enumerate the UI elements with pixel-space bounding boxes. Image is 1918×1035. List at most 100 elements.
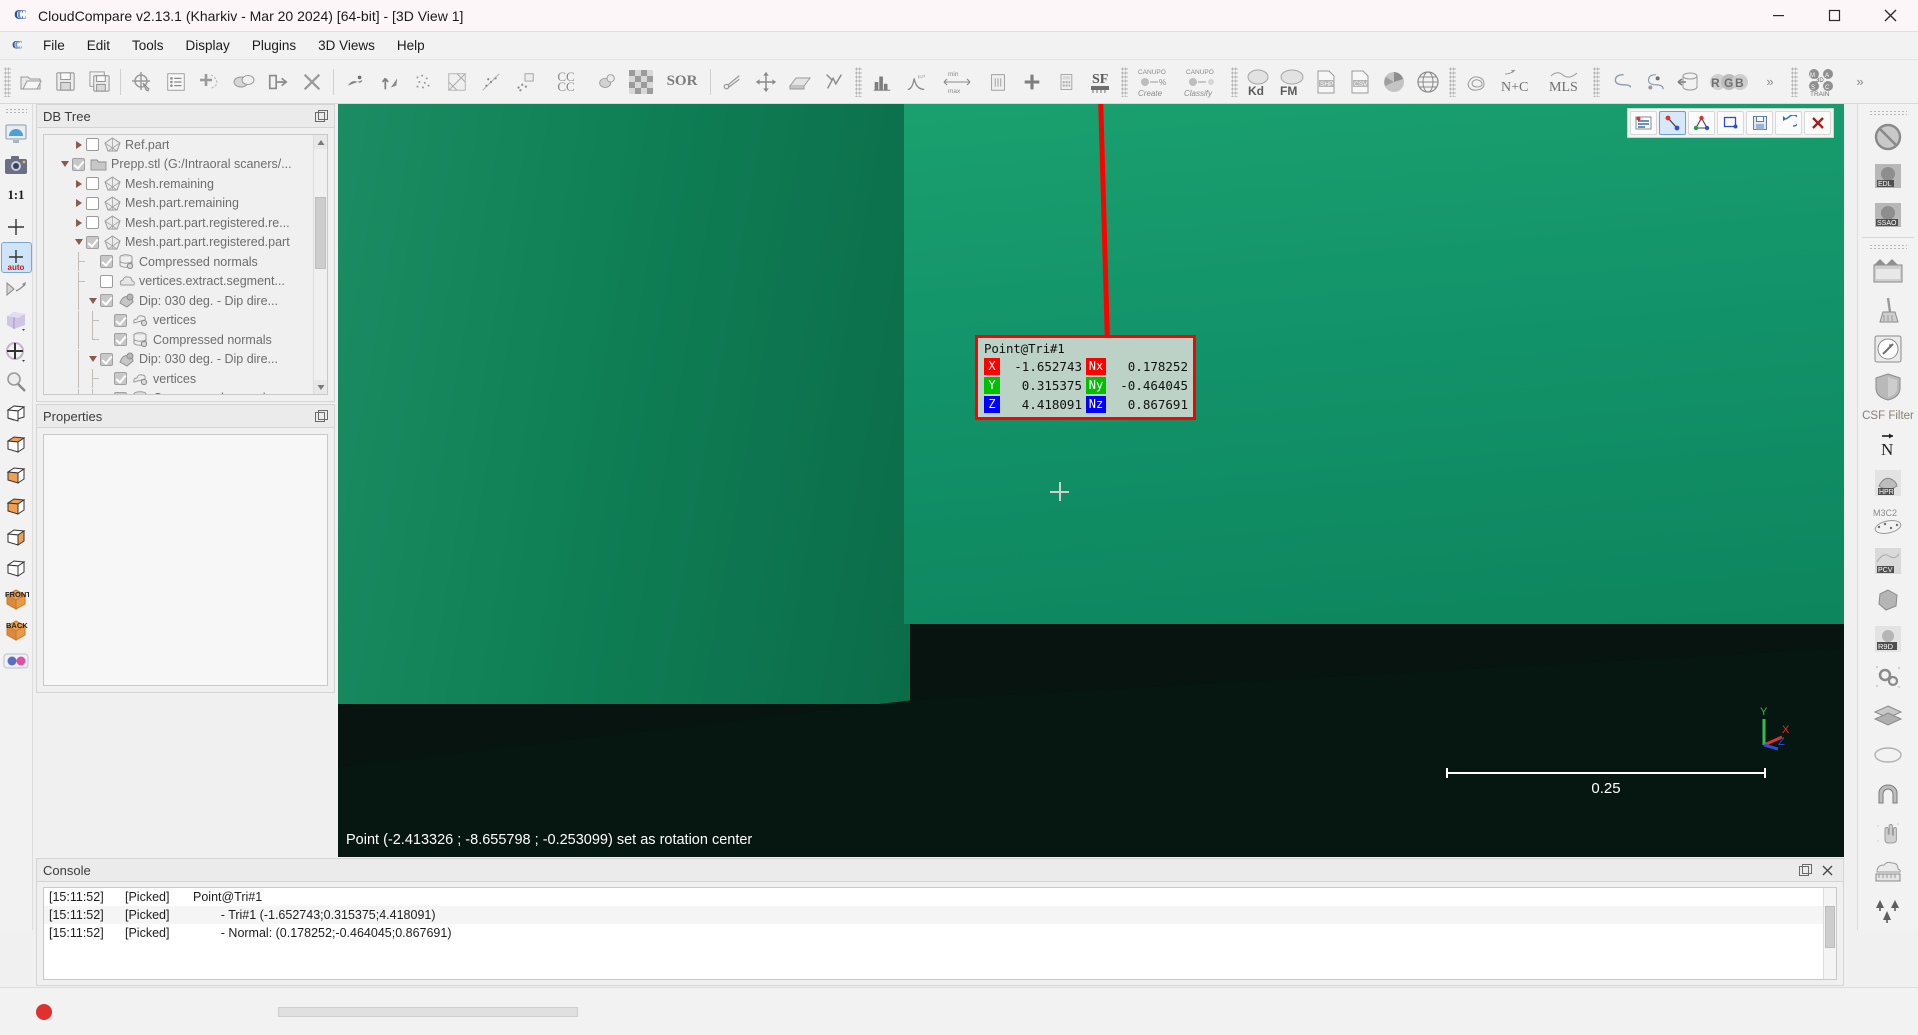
hand-plugin-button[interactable] <box>1866 814 1910 851</box>
broom-plugin-button[interactable] <box>1866 291 1910 328</box>
tree-item-1[interactable]: Prepp.stl (G:/Intraoral scaners/... <box>44 155 313 175</box>
undo-btn[interactable] <box>1775 111 1802 135</box>
facet-manager-button[interactable]: FM <box>1276 66 1308 98</box>
tree-expand-arrow-icon[interactable] <box>72 174 86 193</box>
open-file-button[interactable] <box>15 66 47 98</box>
toolbar-grip[interactable] <box>1869 110 1907 116</box>
console-message-list[interactable]: [15:11:52][Picked]Point@Tri#1[15:11:52][… <box>43 887 1837 980</box>
tree-item-checkbox[interactable] <box>114 314 127 327</box>
cylinder-unroll-button[interactable] <box>1672 66 1704 98</box>
tree-collapse-arrow-icon[interactable] <box>72 233 86 252</box>
scroll-down-arrow-icon[interactable] <box>314 380 327 394</box>
orient-normals-button[interactable] <box>373 66 405 98</box>
toggle-orthographic-button[interactable] <box>2 274 31 303</box>
point-picking-btn[interactable] <box>1659 111 1686 135</box>
set-pivot-point-button[interactable] <box>2 212 31 241</box>
view-iso-2-button[interactable] <box>2 553 31 582</box>
scalar-field-gradient-button[interactable] <box>407 66 439 98</box>
db-tree-list[interactable]: Ref.partPrepp.stl (G:/Intraoral scaners/… <box>44 135 313 394</box>
tree-collapse-arrow-icon[interactable] <box>58 155 72 174</box>
menu-tools[interactable]: Tools <box>121 35 175 56</box>
add-constant-sf-button[interactable] <box>1016 66 1048 98</box>
sf-arithmetic-button[interactable] <box>1050 66 1082 98</box>
mls-smoothing-button[interactable]: MLS <box>1542 66 1588 98</box>
view-top-button[interactable] <box>2 398 31 427</box>
canupo-classify-button[interactable]: CANUPOClassify <box>1180 66 1226 98</box>
m3c2-plugin-button[interactable]: M3C2 <box>1866 504 1910 541</box>
undock-icon[interactable] <box>315 110 328 123</box>
delete-sf-button[interactable] <box>982 66 1014 98</box>
sf-to-rgb-button[interactable]: SF <box>1084 66 1116 98</box>
ssao-shader-button[interactable]: SSAO <box>1866 196 1910 233</box>
save-labels-btn[interactable] <box>1746 111 1773 135</box>
save-all-button[interactable] <box>83 66 115 98</box>
entity-properties-btn[interactable] <box>1630 111 1657 135</box>
tree-expand-arrow-icon[interactable] <box>72 194 86 213</box>
3d-view[interactable]: Point@Tri#1 X -1.652743 Nx 0.178252 Y 0.… <box>338 104 1844 857</box>
hpr-plugin-button[interactable]: HPR <box>1866 465 1910 502</box>
view-back-button[interactable]: BACK <box>2 615 31 644</box>
tree-item-12[interactable]: vertices <box>44 369 313 389</box>
sor-filter-button[interactable]: SOR <box>659 66 705 98</box>
tree-item-5[interactable]: Mesh.part.part.registered.part <box>44 233 313 253</box>
tree-item-checkbox[interactable] <box>72 158 85 171</box>
toolbar-grip[interactable] <box>4 67 11 97</box>
segment-button[interactable] <box>716 66 748 98</box>
registration-button[interactable] <box>591 66 623 98</box>
mesh-button[interactable] <box>441 66 473 98</box>
tree-expand-arrow-icon[interactable] <box>72 135 86 154</box>
undock-icon[interactable] <box>315 410 328 423</box>
export-shp-button[interactable]: SHP <box>1310 66 1342 98</box>
curve-fit-button[interactable] <box>1604 66 1636 98</box>
trace-polyline-button[interactable] <box>818 66 850 98</box>
toolbar-overflow-2-button[interactable]: » <box>1844 66 1876 98</box>
normals-and-curvature-button[interactable]: N+C <box>1494 66 1540 98</box>
translate-rotate-button[interactable] <box>750 66 782 98</box>
tree-item-checkbox[interactable] <box>100 294 113 307</box>
close-icon[interactable] <box>1862 0 1918 32</box>
tree-item-10[interactable]: Compressed normals <box>44 330 313 350</box>
tree-expand-arrow-icon[interactable] <box>72 213 86 232</box>
console-scrollbar[interactable] <box>1823 888 1836 979</box>
cross-section-button[interactable] <box>784 66 816 98</box>
scrollbar-thumb[interactable] <box>1825 906 1835 948</box>
stereogram-button[interactable] <box>1378 66 1410 98</box>
delete-button[interactable] <box>296 66 328 98</box>
tree-item-2[interactable]: Mesh.remaining <box>44 174 313 194</box>
tree-item-8[interactable]: Dip: 030 deg. - Dip dire... <box>44 291 313 311</box>
toolbar-grip[interactable] <box>1231 67 1238 97</box>
tunnel-plugin-button[interactable] <box>1866 775 1910 812</box>
console-row[interactable]: [15:11:52][Picked] - Tri#1 (-1.652743;0.… <box>44 906 1836 924</box>
toolbar-overflow-1-button[interactable]: » <box>1754 66 1786 98</box>
histogram-button[interactable] <box>866 66 898 98</box>
animation-plugin-button[interactable] <box>1866 253 1910 290</box>
tree-collapse-arrow-icon[interactable] <box>86 291 100 310</box>
csf-filter-plugin-button[interactable] <box>1866 369 1910 406</box>
tree-item-13[interactable]: Compressed normals <box>44 389 313 395</box>
menu-edit[interactable]: Edit <box>76 35 121 56</box>
save-file-button[interactable] <box>49 66 81 98</box>
tree-item-checkbox[interactable] <box>86 138 99 151</box>
poisson-recon-plugin-button[interactable] <box>1866 581 1910 618</box>
toolbar-grip[interactable] <box>1593 67 1600 97</box>
tree-item-3[interactable]: Mesh.part.remaining <box>44 194 313 214</box>
close-tool-btn[interactable] <box>1804 111 1831 135</box>
rectangle-select-btn[interactable] <box>1717 111 1744 135</box>
gaussian-stats-button[interactable]: μ,σ <box>900 66 932 98</box>
zoom-tool-button[interactable] <box>2 367 31 396</box>
merge-button[interactable] <box>228 66 260 98</box>
cloud-cloud-dist-button[interactable]: CCCC <box>543 66 589 98</box>
refresh-display-button[interactable] <box>2 119 31 148</box>
min-max-sf-button[interactable]: minmax <box>934 66 980 98</box>
kd-tree-button[interactable]: Kd <box>1242 66 1274 98</box>
db-tree-scroll-area[interactable]: Ref.partPrepp.stl (G:/Intraoral scaners/… <box>43 134 328 395</box>
tree-item-0[interactable]: Ref.part <box>44 135 313 155</box>
tree-item-checkbox[interactable] <box>114 372 127 385</box>
menu-file[interactable]: File <box>32 35 76 56</box>
pick-rotation-center-button[interactable] <box>2 336 31 365</box>
stereo-mode-button[interactable] <box>2 646 31 675</box>
pcv-plugin-button[interactable]: PCV <box>1866 542 1910 579</box>
clone-button[interactable] <box>194 66 226 98</box>
edl-shader-button[interactable]: EDL <box>1866 157 1910 194</box>
object-centered-view-button[interactable] <box>2 305 31 334</box>
